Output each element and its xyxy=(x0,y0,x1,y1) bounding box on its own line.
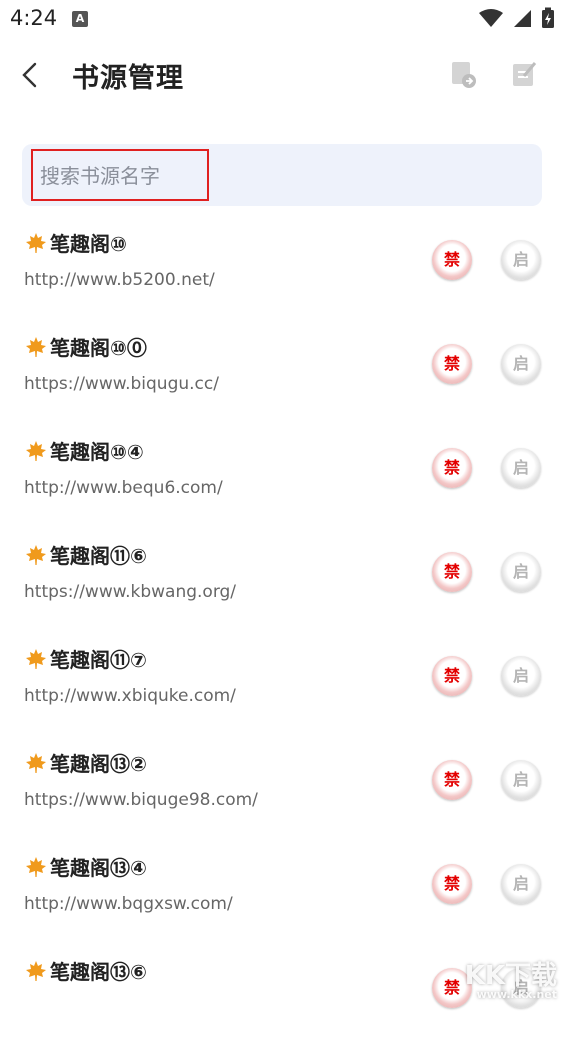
source-name: 笔趣阁⑩ xyxy=(24,228,127,257)
enable-button[interactable]: 启 xyxy=(501,552,541,592)
source-url: https://www.kbwang.org/ xyxy=(24,582,237,602)
source-url: https://www.biquge98.com/ xyxy=(24,790,258,810)
signal-icon xyxy=(513,10,531,27)
source-url: http://www.xbiquke.com/ xyxy=(24,686,236,706)
maple-leaf-icon xyxy=(26,233,46,253)
watermark-main: KK下载 xyxy=(464,961,557,991)
notification-icon: A xyxy=(72,11,88,27)
maple-leaf-icon xyxy=(26,545,46,565)
import-button[interactable] xyxy=(444,56,480,92)
back-button[interactable] xyxy=(10,54,50,94)
source-list: 笔趣阁⑩ http://www.b5200.net/ 禁 启 笔趣阁⑩⓪ htt… xyxy=(0,218,565,1050)
wifi-icon xyxy=(478,9,503,27)
status-bar: 4:24 A xyxy=(0,0,565,38)
source-name-text: 笔趣阁⑪⑦ xyxy=(50,648,147,672)
source-name-text: 笔趣阁⑩④ xyxy=(50,440,144,464)
search-bar xyxy=(22,144,542,206)
source-url: https://www.biqugu.cc/ xyxy=(24,374,219,394)
app-toolbar: 书源管理 xyxy=(0,40,565,110)
list-item[interactable]: 笔趣阁⑪⑦ http://www.xbiquke.com/ 禁 启 xyxy=(0,634,565,738)
source-url: http://www.b5200.net/ xyxy=(24,270,215,290)
status-time: 4:24 xyxy=(10,6,58,30)
disable-button[interactable]: 禁 xyxy=(432,448,472,488)
source-name: 笔趣阁⑬④ xyxy=(24,852,147,881)
maple-leaf-icon xyxy=(26,857,46,877)
enable-button[interactable]: 启 xyxy=(501,448,541,488)
disable-button[interactable]: 禁 xyxy=(432,552,472,592)
status-icons xyxy=(475,7,555,29)
battery-icon xyxy=(542,7,554,28)
enable-button[interactable]: 启 xyxy=(501,240,541,280)
source-url: http://www.bequ6.com/ xyxy=(24,478,223,498)
maple-leaf-icon xyxy=(26,649,46,669)
list-item[interactable]: 笔趣阁⑩⓪ https://www.biqugu.cc/ 禁 启 xyxy=(0,322,565,426)
watermark-sub: www.kkx.net xyxy=(476,988,557,1001)
maple-leaf-icon xyxy=(26,441,46,461)
list-item[interactable]: 笔趣阁⑩ http://www.b5200.net/ 禁 启 xyxy=(0,218,565,322)
list-item[interactable]: 笔趣阁⑩④ http://www.bequ6.com/ 禁 启 xyxy=(0,426,565,530)
source-name-text: 笔趣阁⑬④ xyxy=(50,856,147,880)
source-name-text: 笔趣阁⑬⑥ xyxy=(50,960,147,984)
source-name-text: 笔趣阁⑬② xyxy=(50,752,147,776)
disable-button[interactable]: 禁 xyxy=(432,656,472,696)
enable-button[interactable]: 启 xyxy=(501,656,541,696)
edit-icon xyxy=(513,62,537,86)
search-highlight-box xyxy=(31,149,209,201)
list-item[interactable]: 笔趣阁⑬④ http://www.bqgxsw.com/ 禁 启 xyxy=(0,842,565,946)
maple-leaf-icon xyxy=(26,337,46,357)
enable-button[interactable]: 启 xyxy=(501,344,541,384)
source-name: 笔趣阁⑩⓪ xyxy=(24,332,147,361)
edit-button[interactable] xyxy=(506,56,542,92)
enable-button[interactable]: 启 xyxy=(501,760,541,800)
disable-button[interactable]: 禁 xyxy=(432,864,472,904)
source-name: 笔趣阁⑬② xyxy=(24,748,147,777)
source-name: 笔趣阁⑪⑦ xyxy=(24,644,147,673)
source-name: 笔趣阁⑪⑥ xyxy=(24,540,147,569)
back-arrow-icon xyxy=(22,62,37,88)
watermark: KK下载 www.kkx.net xyxy=(465,955,557,1001)
disable-button[interactable]: 禁 xyxy=(432,240,472,280)
source-url: http://www.bqgxsw.com/ xyxy=(24,894,233,914)
source-name-text: 笔趣阁⑪⑥ xyxy=(50,544,147,568)
source-name: 笔趣阁⑬⑥ xyxy=(24,956,147,985)
source-name-text: 笔趣阁⑩⓪ xyxy=(50,336,147,360)
list-item[interactable]: 笔趣阁⑪⑥ https://www.kbwang.org/ 禁 启 xyxy=(0,530,565,634)
import-icon xyxy=(452,62,476,88)
page-title: 书源管理 xyxy=(72,63,184,94)
maple-leaf-icon xyxy=(26,961,46,981)
source-name-text: 笔趣阁⑩ xyxy=(50,232,127,256)
list-item[interactable]: 笔趣阁⑬② https://www.biquge98.com/ 禁 启 xyxy=(0,738,565,842)
disable-button[interactable]: 禁 xyxy=(432,760,472,800)
enable-button[interactable]: 启 xyxy=(501,864,541,904)
source-name: 笔趣阁⑩④ xyxy=(24,436,144,465)
disable-button[interactable]: 禁 xyxy=(432,344,472,384)
maple-leaf-icon xyxy=(26,753,46,773)
